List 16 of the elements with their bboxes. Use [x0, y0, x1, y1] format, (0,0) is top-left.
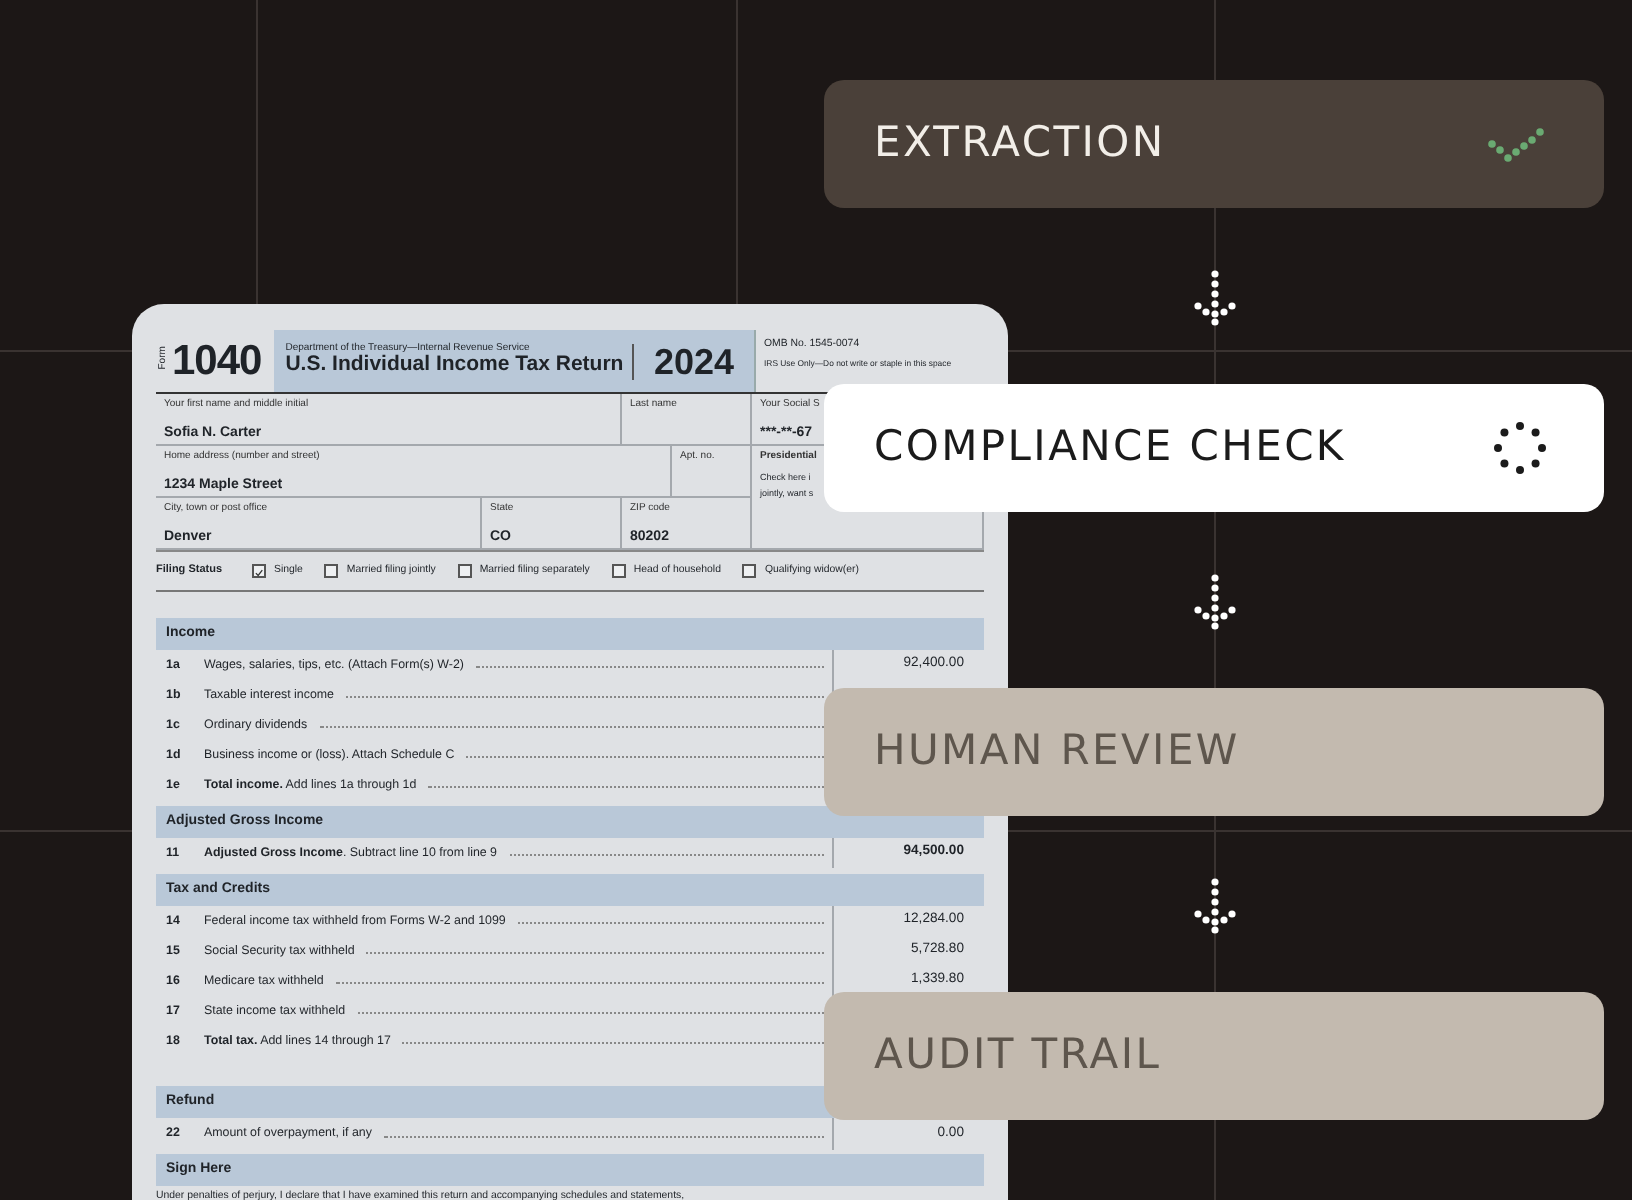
checkbox[interactable] — [252, 563, 266, 578]
checkbox[interactable] — [457, 563, 472, 578]
dotted-arrow-icon — [1194, 878, 1236, 934]
check-icon — [1488, 123, 1548, 168]
dotted-arrow-icon — [1194, 270, 1236, 326]
checkbox[interactable] — [742, 563, 757, 578]
checkbox[interactable] — [611, 563, 626, 578]
step-label: HUMAN REVIEW — [874, 724, 1240, 779]
spinner-icon — [1492, 420, 1548, 476]
checkbox[interactable] — [324, 563, 339, 578]
step-label: EXTRACTION — [874, 116, 1166, 171]
dotted-arrow-icon — [1194, 574, 1236, 630]
step-label: COMPLIANCE CHECK — [874, 420, 1346, 475]
form-number: 1040 — [172, 340, 262, 382]
form-title: U.S. Individual Income Tax Return — [285, 354, 624, 379]
step-label: AUDIT TRAIL — [874, 1028, 1162, 1083]
